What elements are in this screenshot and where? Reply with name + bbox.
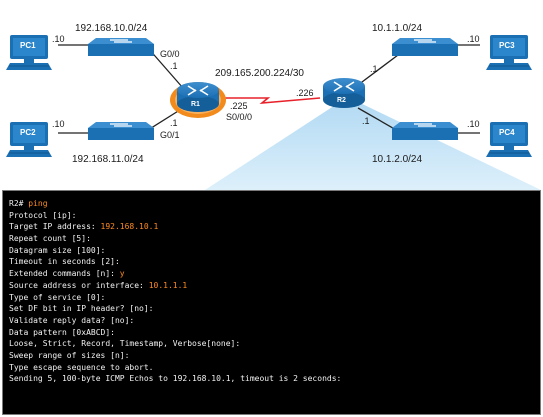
r2-top-address: .1: [370, 64, 378, 74]
r2-serial-address: .226: [296, 88, 314, 98]
pc1-label: PC1: [20, 41, 36, 50]
terminal-line: Type of service [0]:: [9, 292, 106, 302]
terminal-line: Data pattern [0xABCD]:: [9, 327, 115, 337]
terminal-line: Set DF bit in IP header? [no]:: [9, 304, 154, 314]
terminal-line: Validate reply data? [no]:: [9, 315, 135, 325]
terminal-line: R2# ping: [9, 199, 48, 208]
r1-label: R1: [191, 101, 200, 108]
switch-left-bottom-icon: [88, 122, 154, 140]
r1-s000-name: S0/0/0: [226, 112, 253, 122]
network-label-left-bottom: 192.168.11.0/24: [72, 154, 144, 165]
r1-g01-name: G0/1: [160, 130, 180, 140]
terminal-line: Timeout in seconds [2]:: [9, 257, 120, 267]
r1-g00-name: G0/0: [160, 49, 180, 59]
network-label-wan: 209.165.200.224/30: [215, 68, 304, 79]
terminal-line: Sending 5, 100-byte ICMP Echos to 192.16…: [9, 374, 342, 384]
terminal-line: Sweep range of sizes [n]:: [9, 350, 130, 360]
network-label-right-bottom: 10.1.2.0/24: [372, 154, 423, 165]
network-label-right-top: 10.1.1.0/24: [372, 23, 423, 34]
switch-right-top-icon: [392, 38, 458, 56]
pc4-address: .10: [467, 119, 480, 129]
link-r2-switch-top: [357, 54, 399, 86]
terminal-window: R2# ping Protocol [ip]: Target IP addres…: [2, 190, 541, 415]
r1-s000-address: .225: [230, 101, 248, 111]
r1-g01-address: .1: [170, 118, 178, 128]
switch-left-top-icon: [88, 38, 154, 56]
pc2-address: .10: [52, 119, 65, 129]
pc3-address: .10: [467, 34, 480, 44]
terminal-line: Extended commands [n]: y: [9, 269, 125, 279]
terminal-line: Type escape sequence to abort.: [9, 362, 154, 372]
links: [58, 44, 480, 134]
r1-g00-address: .1: [170, 61, 178, 71]
network-topology: PC1 PC2 PC3 PC4 R1 R2 192.168.10.0/24 19…: [0, 0, 543, 190]
r2-bottom-address: .1: [362, 116, 370, 126]
r2-label: R2: [337, 97, 346, 104]
terminal-line: Repeat count [5]:: [9, 234, 91, 244]
terminal-line: Source address or interface: 10.1.1.1: [9, 280, 188, 290]
terminal-line: Target IP address: 192.168.10.1: [9, 222, 159, 232]
terminal-line: Loose, Strict, Record, Timestamp, Verbos…: [9, 339, 241, 349]
network-label-left-top: 192.168.10.0/24: [75, 23, 148, 34]
pc2-label: PC2: [20, 128, 36, 137]
pc3-label: PC3: [499, 41, 515, 50]
pc1-address: .10: [52, 34, 65, 44]
pc4-label: PC4: [499, 128, 515, 137]
terminal-line: Datagram size [100]:: [9, 245, 106, 255]
terminal-line: Protocol [ip]:: [9, 210, 77, 220]
switch-right-bottom-icon: [392, 122, 458, 140]
